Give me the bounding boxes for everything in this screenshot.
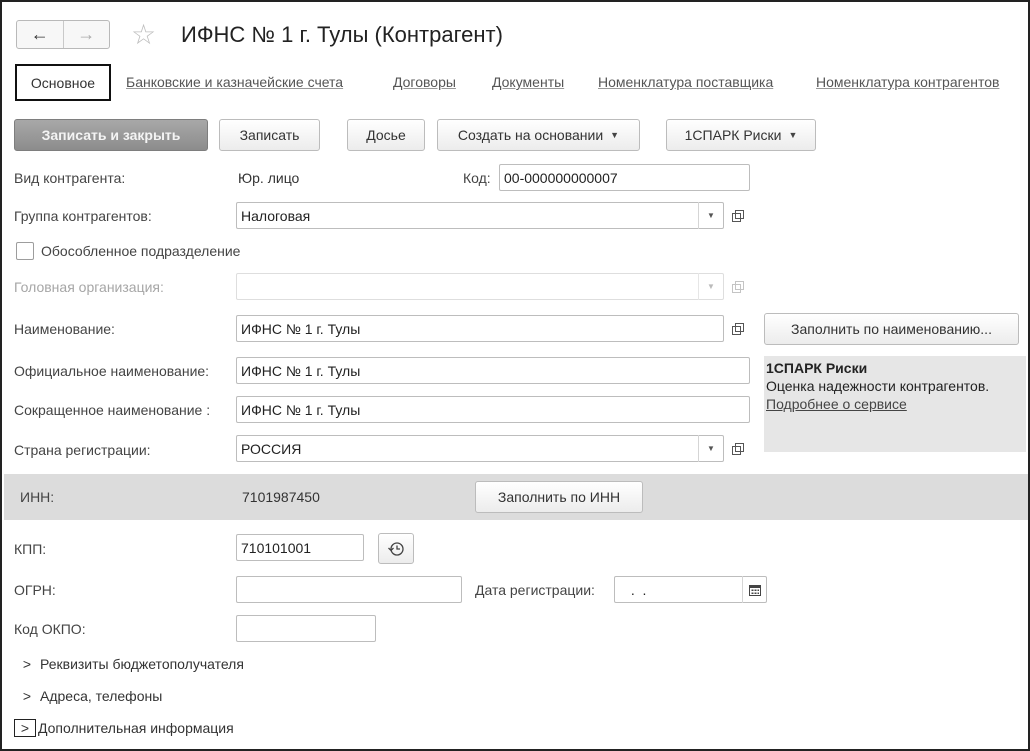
code-value: 00-000000000007: [504, 169, 618, 186]
calendar-button[interactable]: [742, 576, 767, 603]
separate-subdivision-label: Обособленное подразделение: [41, 243, 241, 259]
forward-arrow-icon[interactable]: →: [62, 21, 110, 48]
spark-panel-title: 1СПАРК Риски: [766, 360, 868, 376]
fill-by-name-label: Заполнить по наименованию...: [791, 321, 992, 337]
official-name-label: Официальное наименование:: [14, 363, 210, 379]
dossier-label: Досье: [366, 127, 406, 143]
head-org-label: Головная организация:: [14, 279, 164, 295]
country-label: Страна регистрации:: [14, 442, 151, 458]
group-addresses-phones[interactable]: > Адреса, телефоны: [16, 687, 162, 705]
dossier-button[interactable]: Досье: [347, 119, 425, 151]
okpo-field[interactable]: [236, 615, 376, 642]
tab-documents[interactable]: Документы: [492, 74, 564, 90]
group-additional-info-label: Дополнительная информация: [38, 720, 234, 736]
group-budget-recipient[interactable]: > Реквизиты бюджетополучателя: [16, 655, 244, 673]
head-org-dropdown-icon: ▼: [698, 273, 723, 300]
okpo-label: Код ОКПО:: [14, 621, 86, 637]
name-open-icon[interactable]: [725, 315, 749, 342]
history-nav: ← →: [16, 20, 110, 49]
reg-date-label: Дата регистрации:: [475, 582, 595, 598]
ogrn-field[interactable]: [236, 576, 462, 603]
spark-risks-button[interactable]: 1СПАРК Риски ▼: [666, 119, 816, 151]
group-value: Налоговая: [241, 207, 311, 224]
group-budget-recipient-label: Реквизиты бюджетополучателя: [40, 656, 244, 672]
group-label: Группа контрагентов:: [14, 208, 152, 224]
save-and-close-button[interactable]: Записать и закрыть: [14, 119, 208, 151]
official-name-field[interactable]: ИФНС № 1 г. Тулы: [236, 357, 750, 384]
chevron-right-icon: >: [14, 719, 36, 737]
reg-date-value: . .: [627, 581, 647, 598]
tab-bank-accounts[interactable]: Банковские и казначейские счета: [126, 74, 343, 90]
calendar-icon: [749, 584, 761, 596]
spark-risks-label: 1СПАРК Риски: [684, 127, 782, 143]
name-label: Наименование:: [14, 321, 115, 337]
inn-value: 7101987450: [242, 489, 320, 505]
name-field[interactable]: ИФНС № 1 г. Тулы: [236, 315, 724, 342]
create-based-on-button[interactable]: Создать на основании ▼: [437, 119, 640, 151]
save-and-close-label: Записать и закрыть: [41, 127, 181, 143]
open-window-icon: [731, 323, 744, 335]
kpp-value: 710101001: [241, 539, 312, 556]
dropdown-caret-icon: ▼: [788, 130, 798, 140]
save-button[interactable]: Записать: [219, 119, 320, 151]
code-field[interactable]: 00-000000000007: [499, 164, 750, 191]
open-window-icon: [731, 443, 744, 455]
head-org-open-icon: [725, 273, 749, 300]
kpp-history-button[interactable]: [378, 533, 414, 564]
country-field[interactable]: РОССИЯ: [236, 435, 724, 462]
fill-by-inn-label: Заполнить по ИНН: [497, 489, 621, 505]
head-org-field: [236, 273, 724, 300]
save-label: Записать: [239, 127, 300, 143]
inn-label: ИНН:: [20, 489, 55, 505]
spark-more-link[interactable]: Подробнее о сервисе: [766, 396, 907, 412]
group-addresses-phones-label: Адреса, телефоны: [40, 688, 163, 704]
group-open-icon[interactable]: [725, 202, 749, 229]
spark-panel: 1СПАРК Риски Оценка надежности контраген…: [764, 356, 1026, 452]
form-window: ← → ☆ ИФНС № 1 г. Тулы (Контрагент) Осно…: [0, 0, 1030, 751]
tab-supplier-nomenclature[interactable]: Номенклатура поставщика: [598, 74, 773, 90]
chevron-right-icon: >: [22, 688, 32, 704]
country-value: РОССИЯ: [241, 440, 302, 457]
group-additional-info[interactable]: > Дополнительная информация: [14, 719, 234, 737]
tab-main[interactable]: Основное: [15, 64, 111, 101]
kpp-field[interactable]: 710101001: [236, 534, 364, 561]
favorite-star-icon[interactable]: ☆: [131, 20, 156, 50]
country-open-icon[interactable]: [725, 435, 749, 462]
tab-counterparty-nomenclature[interactable]: Номенклатура контрагентов: [816, 74, 999, 90]
country-dropdown-icon[interactable]: ▼: [698, 435, 723, 462]
code-label: Код:: [463, 170, 491, 186]
spark-panel-description: Оценка надежности контрагентов.: [766, 378, 990, 394]
dropdown-caret-icon: ▼: [610, 130, 620, 140]
create-based-on-label: Создать на основании: [457, 127, 604, 143]
short-name-value: ИФНС № 1 г. Тулы: [241, 401, 361, 418]
kpp-label: КПП:: [14, 541, 47, 557]
short-name-label: Сокращенное наименование :: [14, 402, 211, 418]
ogrn-label: ОГРН:: [14, 582, 56, 598]
group-dropdown-icon[interactable]: ▼: [698, 202, 723, 229]
name-value: ИФНС № 1 г. Тулы: [241, 320, 361, 337]
official-name-value: ИФНС № 1 г. Тулы: [241, 362, 361, 379]
fill-by-inn-button[interactable]: Заполнить по ИНН: [475, 481, 643, 513]
short-name-field[interactable]: ИФНС № 1 г. Тулы: [236, 396, 750, 423]
kind-label: Вид контрагента:: [14, 170, 126, 186]
fill-by-name-button[interactable]: Заполнить по наименованию...: [764, 313, 1019, 345]
kind-value: Юр. лицо: [238, 170, 300, 186]
back-arrow-icon[interactable]: ←: [17, 21, 63, 48]
chevron-right-icon: >: [22, 656, 32, 672]
history-clock-icon: [388, 541, 404, 556]
open-window-icon: [731, 210, 744, 222]
group-field[interactable]: Налоговая: [236, 202, 724, 229]
tab-contracts[interactable]: Договоры: [393, 74, 456, 90]
separate-subdivision-checkbox[interactable]: [16, 242, 34, 260]
open-window-icon: [731, 281, 744, 293]
page-title: ИФНС № 1 г. Тулы (Контрагент): [181, 22, 503, 47]
